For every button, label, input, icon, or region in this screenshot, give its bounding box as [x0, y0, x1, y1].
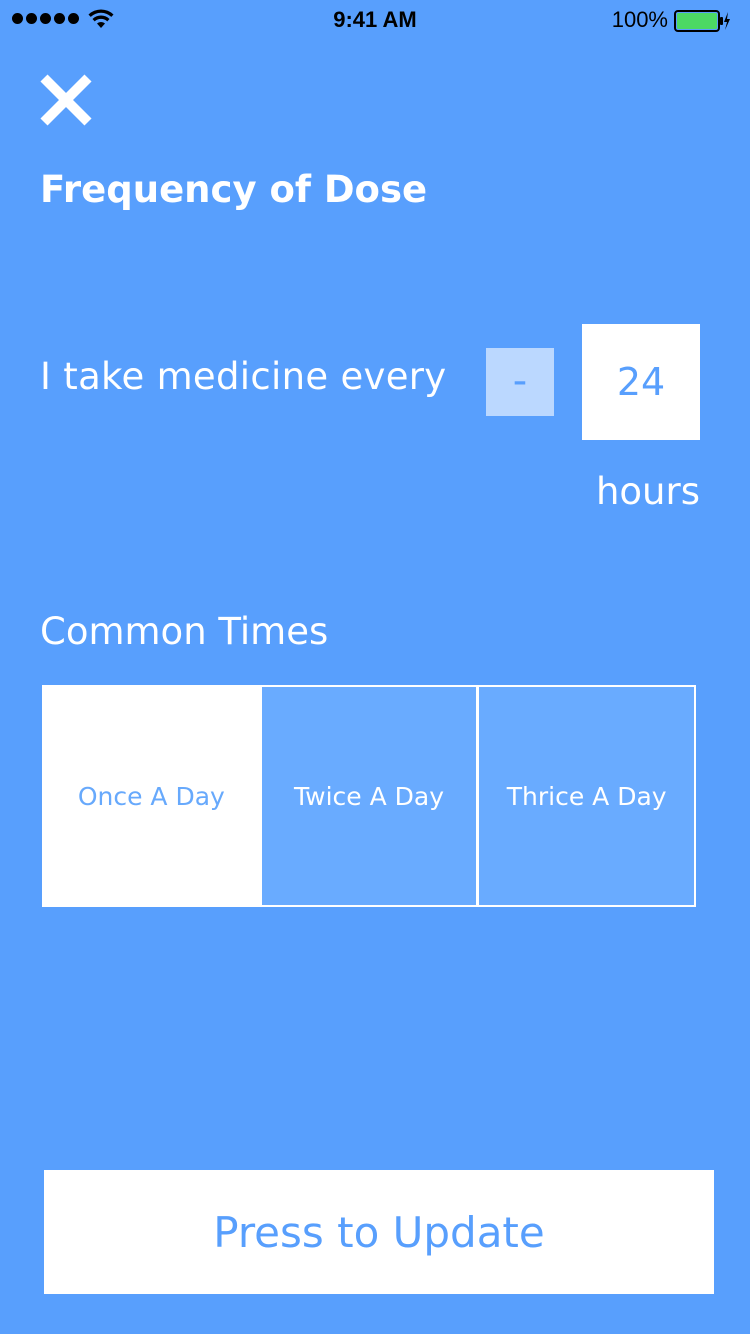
update-button[interactable]: Press to Update [44, 1170, 714, 1294]
page-title: Frequency of Dose [40, 168, 428, 211]
option-twice-a-day[interactable]: Twice A Day [258, 687, 477, 905]
decrement-button[interactable]: - [486, 348, 554, 416]
hours-value-field[interactable]: 24 [582, 324, 700, 440]
close-icon [40, 74, 92, 126]
option-once-a-day[interactable]: Once A Day [44, 687, 259, 905]
status-bar: 9:41 AM 100% [0, 0, 750, 40]
battery-charging-icon [674, 10, 730, 32]
battery-percent: 100% [611, 7, 668, 32]
common-times-options: Once A Day Twice A Day Thrice A Day [42, 685, 696, 907]
hours-unit-label: hours [595, 470, 700, 513]
option-thrice-a-day[interactable]: Thrice A Day [476, 687, 695, 905]
common-times-title: Common Times [40, 610, 329, 653]
close-button[interactable] [36, 70, 96, 130]
dose-sentence: I take medicine every [40, 355, 447, 398]
